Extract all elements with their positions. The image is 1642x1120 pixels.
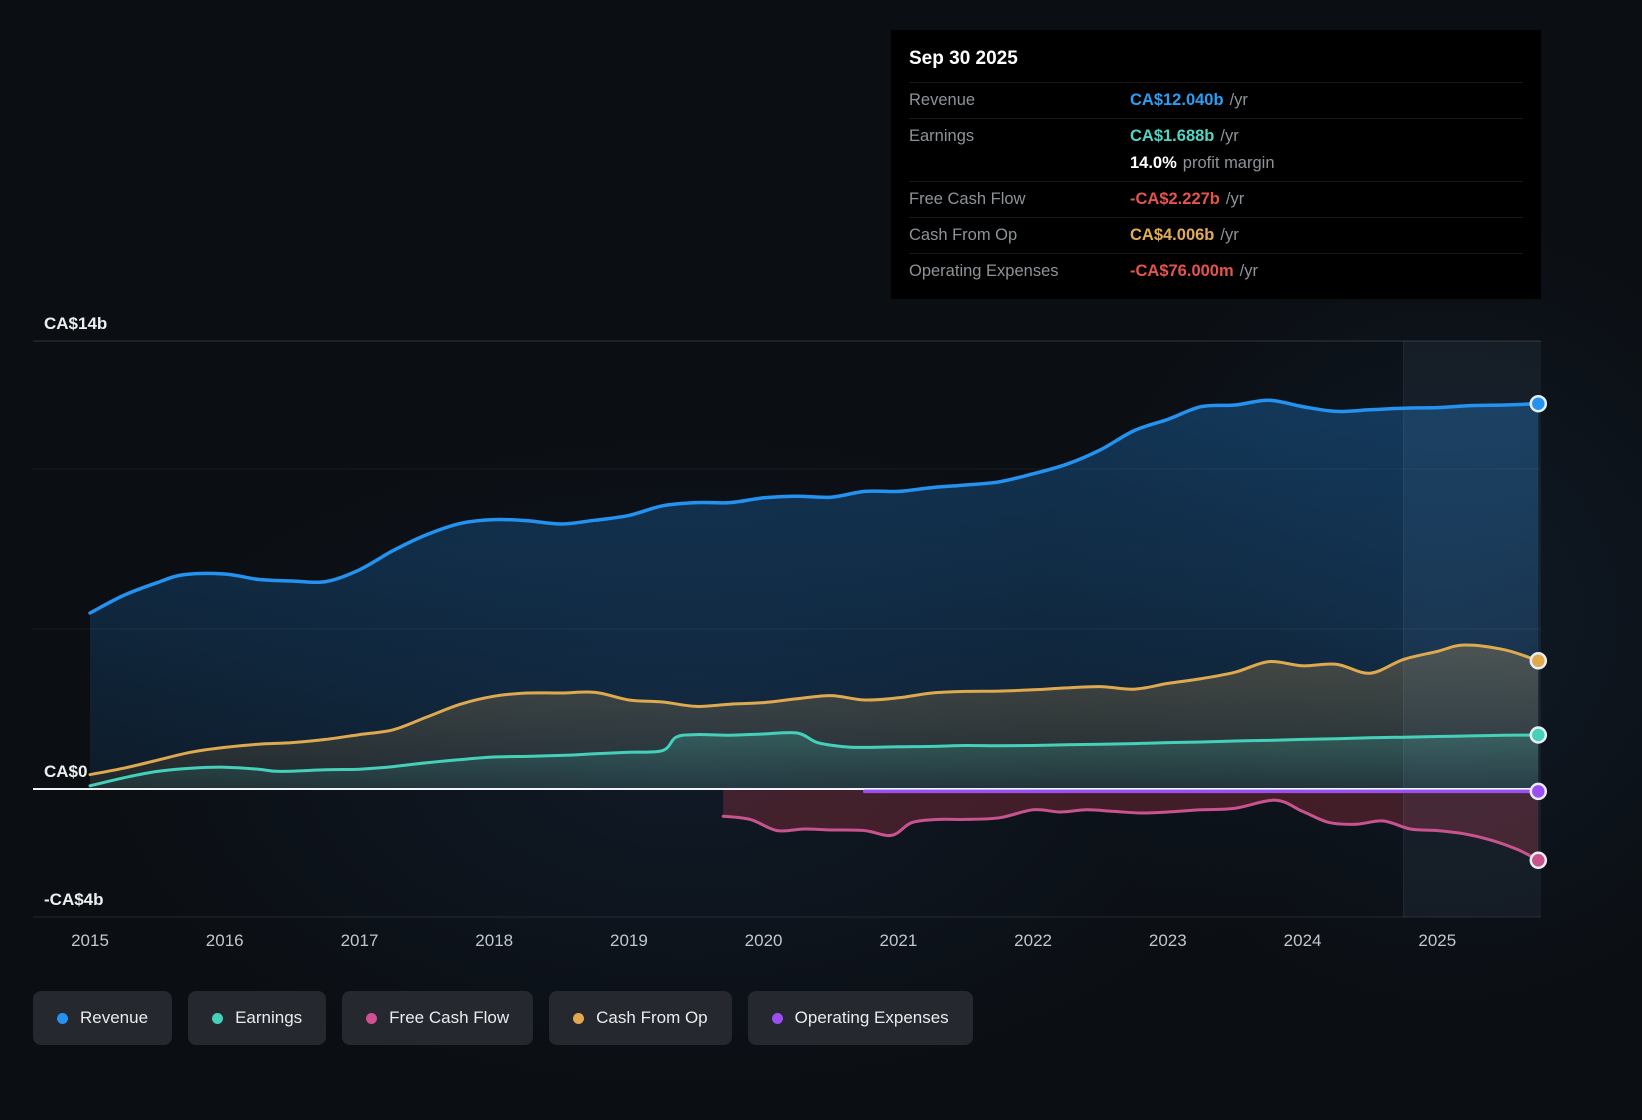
legend-label-cash-from-op: Cash From Op — [596, 1008, 707, 1028]
tooltip-label-free-cash-flow: Free Cash Flow — [909, 190, 1130, 209]
x-axis-label-2019: 2019 — [610, 931, 648, 950]
tooltip-suffix-free-cash-flow: /yr — [1226, 190, 1244, 209]
tooltip-suffix-operating-expenses: /yr — [1240, 262, 1258, 281]
x-axis-label-2016: 2016 — [206, 931, 244, 950]
tooltip-value-cash-from-op: CA$4.006b — [1130, 226, 1214, 245]
legend-item-free-cash-flow[interactable]: Free Cash Flow — [342, 991, 533, 1045]
tooltip-rows: RevenueCA$12.040b/yrEarningsCA$1.688b/yr… — [909, 82, 1523, 289]
tooltip-value-profit-margin: 14.0% — [1130, 154, 1177, 173]
operating-expenses-end-marker — [1531, 784, 1546, 799]
revenue-end-marker — [1531, 396, 1546, 411]
cash-from-op-legend-dot — [573, 1013, 584, 1024]
x-axis-label-2025: 2025 — [1418, 931, 1456, 950]
legend-item-operating-expenses[interactable]: Operating Expenses — [748, 991, 973, 1045]
x-axis-label-2022: 2022 — [1014, 931, 1052, 950]
tooltip-row-operating-expenses: Operating Expenses-CA$76.000m/yr — [909, 253, 1523, 289]
x-axis-label-2023: 2023 — [1149, 931, 1187, 950]
tooltip-row-revenue: RevenueCA$12.040b/yr — [909, 82, 1523, 118]
legend: Revenue Earnings Free Cash Flow Cash From O… — [33, 991, 973, 1045]
x-axis-label-2017: 2017 — [341, 931, 379, 950]
tooltip-suffix-revenue: /yr — [1230, 91, 1248, 110]
x-axis-label-2015: 2015 — [71, 931, 109, 950]
tooltip-label-revenue: Revenue — [909, 91, 1130, 110]
legend-label-revenue: Revenue — [80, 1008, 148, 1028]
chart-panel: 2015 2016 2017 2018 2019 2020 2021 2022 2023 2024… — [0, 0, 1642, 1120]
legend-label-earnings: Earnings — [235, 1008, 302, 1028]
y-axis-label: CA$0 — [44, 762, 87, 781]
tooltip-value-revenue: CA$12.040b — [1130, 91, 1224, 110]
tooltip-suffix-profit-margin: profit margin — [1183, 154, 1275, 173]
tooltip-value-operating-expenses: -CA$76.000m — [1130, 262, 1234, 281]
tooltip-row-earnings: EarningsCA$1.688b/yr — [909, 118, 1523, 154]
date-tooltip: Sep 30 2025 RevenueCA$12.040b/yrEarnings… — [891, 30, 1541, 299]
tooltip-row-profit-margin: 14.0% profit margin — [909, 154, 1523, 181]
legend-label-free-cash-flow: Free Cash Flow — [389, 1008, 509, 1028]
earnings-legend-dot — [212, 1013, 223, 1024]
legend-item-revenue[interactable]: Revenue — [33, 991, 172, 1045]
tooltip-suffix-cash-from-op: /yr — [1220, 226, 1238, 245]
x-axis-label-2018: 2018 — [475, 931, 513, 950]
tooltip-label-earnings: Earnings — [909, 127, 1130, 146]
legend-item-earnings[interactable]: Earnings — [188, 991, 326, 1045]
legend-item-cash-from-op[interactable]: Cash From Op — [549, 991, 731, 1045]
earnings-end-marker — [1531, 728, 1546, 743]
legend-label-operating-expenses: Operating Expenses — [795, 1008, 949, 1028]
x-axis-label-2024: 2024 — [1284, 931, 1322, 950]
x-axis-label-2021: 2021 — [879, 931, 917, 950]
cash-from-op-end-marker — [1531, 653, 1546, 668]
tooltip-label-cash-from-op: Cash From Op — [909, 226, 1130, 245]
y-axis-label: -CA$4b — [44, 890, 104, 909]
x-axis-label-2020: 2020 — [745, 931, 783, 950]
tooltip-suffix-earnings: /yr — [1220, 127, 1238, 146]
revenue-legend-dot — [57, 1013, 68, 1024]
operating-expenses-legend-dot — [772, 1013, 783, 1024]
tooltip-date: Sep 30 2025 — [909, 44, 1523, 82]
tooltip-row-free-cash-flow: Free Cash Flow-CA$2.227b/yr — [909, 181, 1523, 217]
free-cash-flow-legend-dot — [366, 1013, 377, 1024]
y-axis-label: CA$14b — [44, 314, 107, 333]
tooltip-row-cash-from-op: Cash From OpCA$4.006b/yr — [909, 217, 1523, 253]
tooltip-value-free-cash-flow: -CA$2.227b — [1130, 190, 1220, 209]
free-cash-flow-end-marker — [1531, 853, 1546, 868]
tooltip-label-operating-expenses: Operating Expenses — [909, 262, 1130, 281]
tooltip-value-earnings: CA$1.688b — [1130, 127, 1214, 146]
